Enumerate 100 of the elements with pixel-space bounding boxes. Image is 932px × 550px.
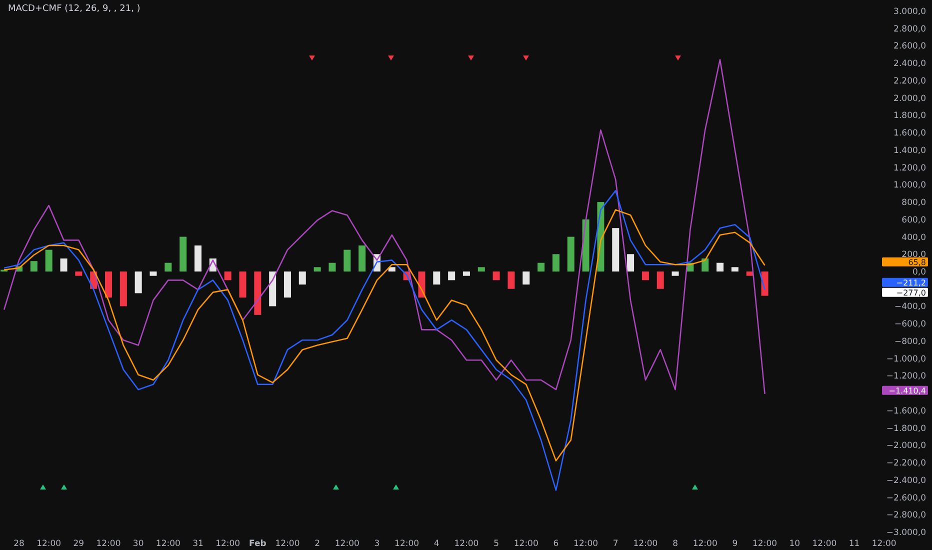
- axis-label: −2.800,0: [886, 510, 926, 521]
- axis-label: 5: [494, 539, 500, 549]
- axis-label: 12:00: [275, 539, 300, 549]
- histogram-bar: [746, 272, 754, 276]
- axis-label: 400,0: [902, 232, 926, 243]
- histogram-bar: [60, 258, 68, 272]
- axis-label: 10: [789, 539, 800, 549]
- axis-label: 12:00: [574, 539, 598, 549]
- axis-label: 31: [192, 539, 204, 549]
- histogram-bar: [522, 272, 530, 285]
- histogram-bar: [716, 262, 724, 272]
- axis-label: 2.400,0: [894, 59, 926, 70]
- histogram-bar: [642, 272, 649, 280]
- down-triangle-icon: [675, 56, 681, 60]
- axis-label: −2.400,0: [886, 476, 926, 486]
- histogram-bar: [656, 272, 664, 289]
- axis-label: 12:00: [216, 539, 240, 549]
- axis-label: 12:00: [454, 539, 479, 549]
- axis-label: 12:00: [334, 539, 360, 549]
- histogram-bar: [731, 267, 738, 272]
- axis-label: 2: [314, 539, 320, 549]
- axis-label: −1.200,0: [886, 372, 926, 382]
- axis-label: Feb: [249, 539, 266, 549]
- down-triangle-icon: [388, 56, 394, 60]
- axis-label: 12:00: [872, 539, 896, 549]
- histogram-bar: [45, 250, 52, 272]
- axis-label: 12:00: [156, 539, 180, 549]
- axis-label: 12:00: [752, 539, 778, 549]
- axis-label: 12:00: [692, 539, 718, 549]
- axis-label: −1.000,0: [886, 354, 926, 364]
- histogram-bar: [328, 262, 336, 272]
- down-triangle-icon: [309, 56, 315, 60]
- down-triangle-icon: [468, 56, 474, 60]
- axis-label: 30: [132, 539, 144, 549]
- histogram-bar: [75, 272, 82, 276]
- down-triangle-icon: [523, 56, 529, 60]
- value-badge: −1.410,4: [882, 386, 928, 396]
- histogram-bar: [567, 236, 574, 272]
- axis-label: 6: [553, 539, 559, 549]
- axis-label: −3.000,0: [886, 528, 926, 538]
- histogram-bar: [433, 272, 440, 285]
- histogram-bar: [627, 254, 634, 272]
- histogram-bar: [388, 267, 396, 272]
- histogram-bar: [508, 272, 515, 289]
- histogram-bar: [462, 272, 470, 276]
- axis-label: 1.000,0: [894, 180, 926, 191]
- up-triangle-icon: [692, 484, 698, 490]
- axis-label: 2.600,0: [894, 42, 926, 52]
- histogram-bar: [194, 245, 202, 272]
- axis-label: −1.600,0: [886, 406, 926, 416]
- axis-label: −400,0: [894, 302, 926, 312]
- value-badge: −211,2: [882, 278, 928, 288]
- axis-label: 1.400,0: [894, 146, 926, 156]
- axis-label: 2.800,0: [894, 24, 926, 34]
- histogram-bar: [612, 228, 620, 272]
- axis-label: 7: [612, 539, 618, 549]
- histogram-bar: [180, 236, 187, 272]
- up-triangle-icon: [393, 484, 399, 490]
- axis-label: −2.600,0: [886, 493, 926, 504]
- histogram-bar: [358, 245, 366, 272]
- histogram-bar: [16, 266, 23, 272]
- histogram-bar: [344, 250, 351, 272]
- axis-label: 29: [73, 539, 84, 549]
- value-badge: 65,8: [882, 257, 928, 267]
- axis-label: −600,0: [894, 320, 926, 330]
- histogram-bar: [30, 261, 38, 272]
- value-badge: −277,0: [882, 288, 928, 298]
- histogram-bar: [314, 267, 321, 272]
- histogram-bar: [164, 262, 172, 272]
- axis-label: 12:00: [96, 539, 121, 549]
- histogram-bar: [224, 272, 232, 280]
- axis-label: 1.600,0: [894, 128, 926, 139]
- axis-label: 800,0: [902, 198, 926, 208]
- axis-label: 28: [14, 539, 24, 549]
- histogram-bar: [672, 272, 679, 276]
- axis-label: 12:00: [514, 539, 538, 549]
- axis-label: 2.000,0: [894, 94, 926, 104]
- axis-label: 9: [732, 539, 738, 549]
- histogram-bar: [269, 272, 276, 306]
- axis-label: 8: [672, 539, 678, 549]
- axis-label: 0,0: [912, 268, 926, 278]
- histogram-bar: [120, 272, 127, 306]
- axis-label: 3: [374, 539, 380, 549]
- histogram-bar: [478, 267, 485, 272]
- axis-label: 1.200,0: [894, 163, 926, 174]
- up-triangle-icon: [40, 484, 46, 490]
- axis-label: −1.800,0: [886, 424, 926, 434]
- histogram-bar: [538, 262, 545, 272]
- axis-label: 4: [434, 539, 440, 549]
- axis-label: 1.800,0: [894, 111, 926, 122]
- histogram-bar: [552, 254, 560, 272]
- axis-label: 11: [848, 539, 860, 549]
- histogram-bar: [105, 272, 112, 298]
- axis-label: −800,0: [894, 336, 926, 347]
- indicator-title: MACD+CMF (12, 26, 9, , 21, ): [8, 4, 140, 14]
- axis-label: 2.200,0: [894, 76, 926, 86]
- axis-label: 12:00: [36, 539, 62, 549]
- axis-label: 600,0: [902, 215, 926, 226]
- histogram-bar: [239, 272, 246, 298]
- histogram-bar: [150, 272, 157, 276]
